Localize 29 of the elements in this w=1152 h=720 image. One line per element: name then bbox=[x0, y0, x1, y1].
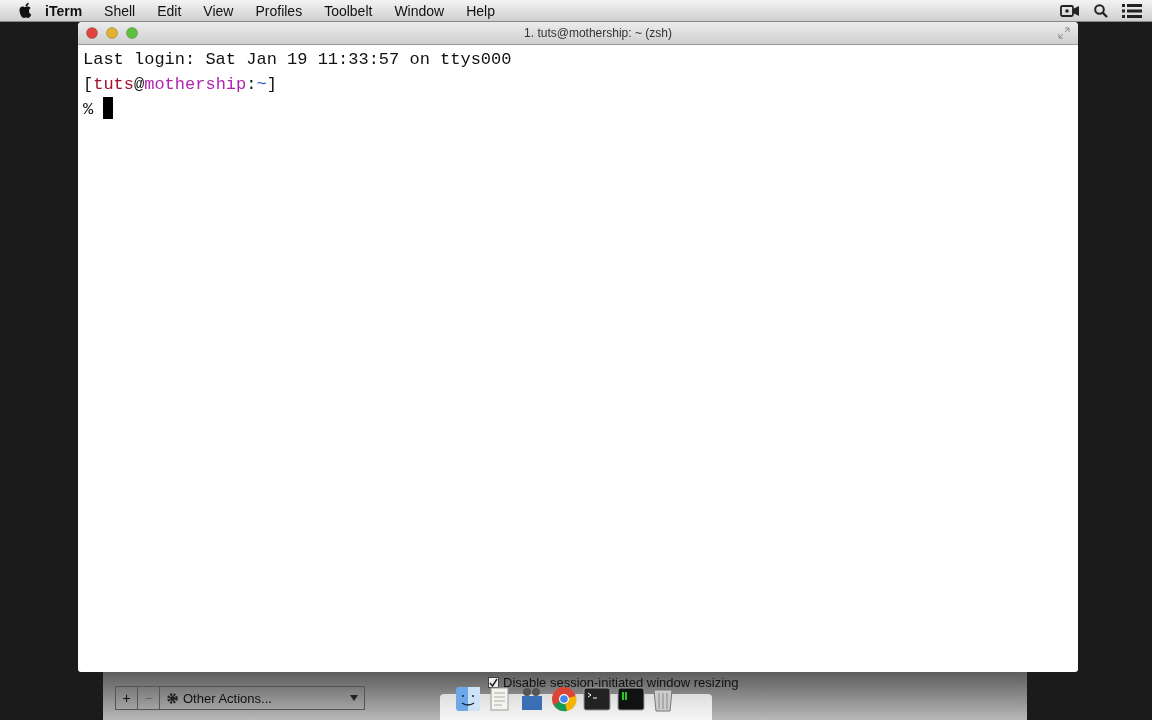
menu-item[interactable]: Shell bbox=[93, 2, 147, 19]
shell-prompt: [tuts@mothership:~] bbox=[83, 74, 278, 96]
menu-item[interactable]: View bbox=[192, 2, 245, 19]
apple-logo-icon[interactable] bbox=[18, 2, 34, 19]
caret-icon bbox=[349, 695, 358, 701]
search-icon[interactable] bbox=[1094, 3, 1108, 18]
menu-item[interactable]: Window bbox=[383, 2, 456, 19]
close-button[interactable] bbox=[86, 27, 98, 39]
browser-icon[interactable] bbox=[551, 686, 577, 712]
gear-icon bbox=[166, 691, 179, 705]
film-icon[interactable] bbox=[519, 686, 545, 712]
list-icon[interactable] bbox=[1122, 3, 1142, 18]
checkbox-label: Disable session-initiated window resizing bbox=[503, 675, 739, 690]
menu-item[interactable]: iTerm bbox=[34, 2, 94, 19]
text-cursor bbox=[103, 97, 114, 119]
add-button[interactable]: + bbox=[116, 687, 138, 709]
terminal-icon[interactable] bbox=[617, 686, 645, 712]
menu-item[interactable]: Profiles bbox=[244, 2, 314, 19]
other-actions-dropdown[interactable]: Other Actions... bbox=[160, 687, 364, 709]
terminal-icon[interactable] bbox=[583, 686, 611, 712]
window-title: 1. tuts@mothership: ~ (zsh) bbox=[523, 26, 673, 40]
fullscreen-icon[interactable] bbox=[1058, 27, 1070, 39]
finder-icon[interactable] bbox=[455, 686, 481, 712]
menu-item[interactable]: Toolbelt bbox=[313, 2, 384, 19]
menu-item[interactable]: Edit bbox=[146, 2, 193, 19]
prompt-symbol: % bbox=[83, 100, 94, 119]
terminal-output: Last login: Sat Jan 19 11:33:57 on ttys000 bbox=[83, 49, 513, 71]
menu-item[interactable]: Help bbox=[455, 2, 506, 19]
video-camera-icon[interactable] bbox=[1060, 3, 1080, 18]
